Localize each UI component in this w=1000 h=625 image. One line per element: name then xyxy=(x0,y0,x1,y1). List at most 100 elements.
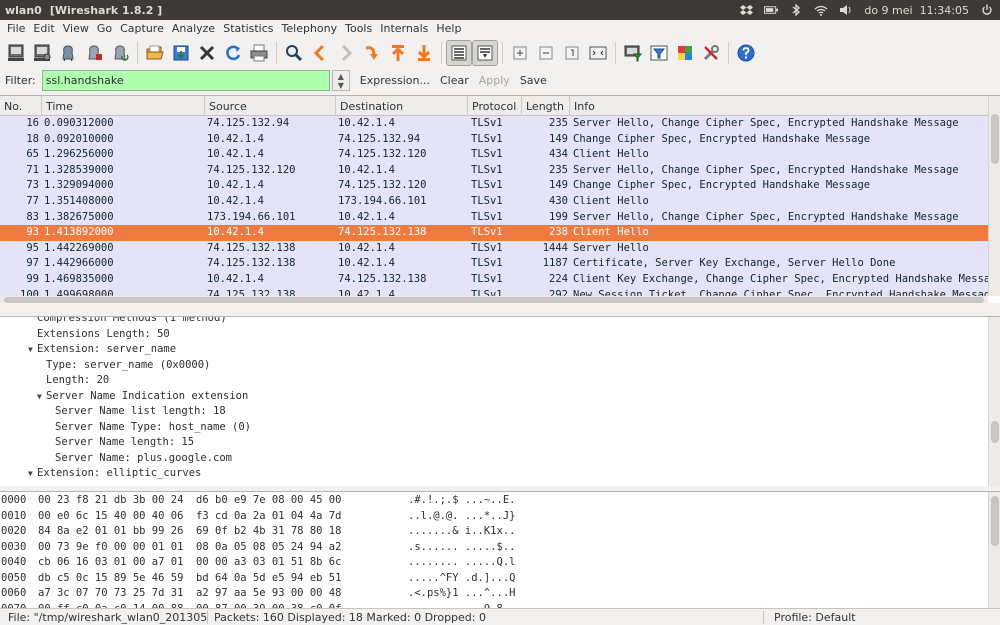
menu-capture[interactable]: Capture xyxy=(116,22,168,35)
start-capture-icon[interactable] xyxy=(55,40,81,66)
help-icon[interactable] xyxy=(733,40,759,66)
print-icon[interactable] xyxy=(246,40,272,66)
bytes-scrollbar[interactable] xyxy=(988,492,1000,608)
expression-button[interactable]: Expression... xyxy=(360,74,430,87)
resize-columns-icon[interactable] xyxy=(585,40,611,66)
detail-row[interactable]: Server Name Type: host_name (0) xyxy=(0,420,988,436)
detail-row[interactable]: Type: server_name (0x0000) xyxy=(0,358,988,374)
column-header-protocol[interactable]: Protocol xyxy=(468,96,522,116)
interface-list-icon[interactable] xyxy=(3,40,29,66)
preferences-icon[interactable] xyxy=(698,40,724,66)
detail-row[interactable]: Server Name: plus.google.com xyxy=(0,451,988,467)
find-packet-icon[interactable] xyxy=(281,40,307,66)
tray-date[interactable]: do 9 mei xyxy=(864,4,912,17)
menu-edit[interactable]: Edit xyxy=(29,22,58,35)
expander-open-icon[interactable]: ▼ xyxy=(28,466,37,482)
filter-input[interactable]: ssl.handshake xyxy=(41,70,330,91)
packet-row[interactable]: 73 1.329094000 10.42.1.4 74.125.132.120 TLSv… xyxy=(0,178,988,194)
column-header-destination[interactable]: Destination xyxy=(336,96,468,116)
detail-row[interactable]: Server Name list length: 18 xyxy=(0,404,988,420)
go-forward-icon[interactable] xyxy=(333,40,359,66)
status-profile[interactable]: Profile: Default xyxy=(763,610,856,624)
clear-button[interactable]: Clear xyxy=(440,74,469,87)
packet-row[interactable]: 71 1.328539000 74.125.132.120 10.42.1.4 TLSv… xyxy=(0,162,988,179)
packet-row[interactable]: 97 1.442966000 74.125.132.138 10.42.1.4 TLSv… xyxy=(0,256,988,272)
tray-time[interactable]: 11:34:05 xyxy=(920,4,969,17)
menu-view[interactable]: View xyxy=(59,22,93,35)
byte-row[interactable]: 0050 db c5 0c 15 89 5e 46 59 bd 64 0a 5d … xyxy=(0,571,988,587)
column-header-time[interactable]: Time xyxy=(42,96,205,116)
battery-icon[interactable] xyxy=(764,4,779,16)
expander-open-icon[interactable]: ▼ xyxy=(37,389,46,405)
scrollbar-thumb[interactable] xyxy=(991,421,999,443)
packet-row[interactable]: 95 1.442269000 74.125.132.138 10.42.1.4 TLSv… xyxy=(0,240,988,257)
save-button[interactable]: Save xyxy=(520,74,547,87)
menu-analyze[interactable]: Analyze xyxy=(168,22,219,35)
byte-row[interactable]: 0040 cb 06 16 03 01 00 a7 01 00 00 a3 03 … xyxy=(0,555,988,571)
menu-tools[interactable]: Tools xyxy=(341,22,376,35)
go-to-packet-icon[interactable] xyxy=(359,40,385,66)
column-header-info[interactable]: Info xyxy=(570,96,988,116)
byte-row[interactable]: 0010 00 e0 6c 15 40 00 40 06 f3 cd 0a 2a … xyxy=(0,509,988,525)
details-scrollbar[interactable] xyxy=(988,317,1000,486)
detail-row[interactable]: ▼ Server Name Indication extension xyxy=(0,389,988,405)
capture-options-icon[interactable] xyxy=(29,40,55,66)
detail-row[interactable]: Compression Methods (1 method) xyxy=(0,317,988,327)
dropbox-icon[interactable] xyxy=(739,4,753,16)
stop-capture-icon[interactable] xyxy=(81,40,107,66)
close-file-icon[interactable] xyxy=(194,40,220,66)
column-header-length[interactable]: Length xyxy=(522,96,570,116)
column-header-no[interactable]: No. xyxy=(0,96,42,116)
detail-row[interactable]: ▼ Extension: server_name xyxy=(0,342,988,358)
menu-help[interactable]: Help xyxy=(432,22,465,35)
open-file-icon[interactable] xyxy=(142,40,168,66)
apply-button[interactable]: Apply xyxy=(479,74,510,87)
display-filters-icon[interactable] xyxy=(646,40,672,66)
detail-row[interactable]: Server Name length: 15 xyxy=(0,435,988,451)
zoom-in-icon[interactable] xyxy=(507,40,533,66)
packet-row[interactable]: 99 1.469835000 10.42.1.4 74.125.132.138 TLSv… xyxy=(0,271,988,288)
packet-row[interactable]: 77 1.351408000 10.42.1.4 173.194.66.101 TLSv… xyxy=(0,193,988,210)
scrollbar-thumb[interactable] xyxy=(991,114,999,164)
menu-statistics[interactable]: Statistics xyxy=(219,22,277,35)
packet-row[interactable]: 18 0.092010000 10.42.1.4 74.125.132.94 TLSv1… xyxy=(0,131,988,148)
coloring-rules-icon[interactable] xyxy=(672,40,698,66)
byte-row[interactable]: 0000 00 23 f8 21 db 3b 00 24 d6 b0 e9 7e … xyxy=(0,493,988,509)
menu-internals[interactable]: Internals xyxy=(376,22,432,35)
detail-row[interactable]: Extensions Length: 50 xyxy=(0,327,988,343)
go-last-icon[interactable] xyxy=(411,40,437,66)
menu-telephony[interactable]: Telephony xyxy=(278,22,342,35)
byte-row[interactable]: 0030 00 73 9e f0 00 00 01 01 08 0a 05 08 … xyxy=(0,540,988,556)
packet-row[interactable]: 65 1.296256000 10.42.1.4 74.125.132.120 TLSv… xyxy=(0,147,988,163)
byte-row[interactable]: 0060 a7 3c 07 70 73 25 7d 31 a2 97 aa 5e … xyxy=(0,586,988,602)
detail-row[interactable]: ▼ Extension: elliptic_curves xyxy=(0,466,988,482)
capture-filters-icon[interactable] xyxy=(620,40,646,66)
menu-go[interactable]: Go xyxy=(93,22,116,35)
wifi-icon[interactable] xyxy=(814,4,828,16)
scrollbar-thumb[interactable] xyxy=(991,496,999,546)
go-back-icon[interactable] xyxy=(307,40,333,66)
menu-file[interactable]: File xyxy=(3,22,29,35)
reload-icon[interactable] xyxy=(220,40,246,66)
normal-size-icon[interactable] xyxy=(559,40,585,66)
colorize-icon[interactable] xyxy=(446,39,472,66)
power-icon[interactable] xyxy=(980,4,994,16)
zoom-out-icon[interactable] xyxy=(533,40,559,66)
packet-list-hscrollbar[interactable] xyxy=(0,296,988,303)
expander-open-icon[interactable]: ▼ xyxy=(28,342,37,358)
restart-capture-icon[interactable] xyxy=(107,40,133,66)
packet-row[interactable]: 16 0.090312000 74.125.132.94 10.42.1.4 TLSv1… xyxy=(0,116,988,132)
column-header-source[interactable]: Source xyxy=(205,96,336,116)
go-first-icon[interactable] xyxy=(385,40,411,66)
volume-icon[interactable] xyxy=(839,4,853,16)
bluetooth-icon[interactable] xyxy=(789,4,803,16)
autoscroll-icon[interactable] xyxy=(472,39,498,66)
filter-history-dropdown[interactable]: ▲ ▼ xyxy=(331,70,350,91)
save-file-icon[interactable] xyxy=(168,40,194,66)
packet-row[interactable]: 83 1.382675000 173.194.66.101 10.42.1.4 TLSv… xyxy=(0,209,988,226)
pane-splitter[interactable] xyxy=(0,303,1000,316)
byte-row[interactable]: 0020 84 8a e2 01 01 bb 99 26 69 0f b2 4b … xyxy=(0,524,988,540)
packet-row[interactable]: 93 1.413892000 10.42.1.4 74.125.132.138 TLSv… xyxy=(0,225,988,241)
packet-list-scrollbar[interactable] xyxy=(988,96,1000,296)
detail-row[interactable]: Length: 20 xyxy=(0,373,988,389)
